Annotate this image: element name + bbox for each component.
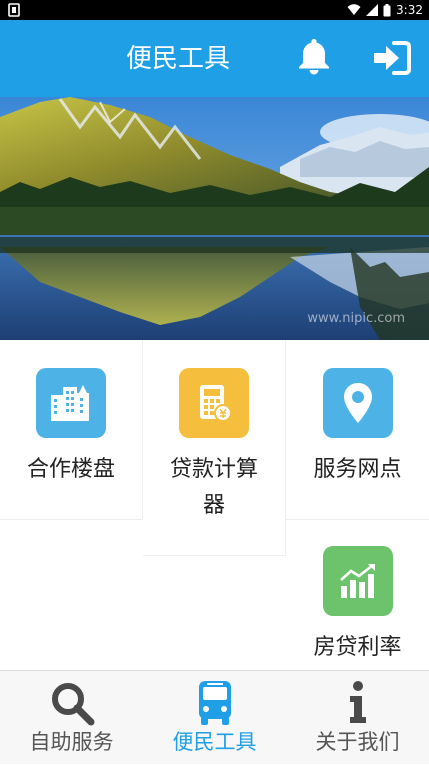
- tool-label: 合作楼盘: [26, 457, 115, 482]
- tool-item-partner-properties[interactable]: 合作楼盘: [0, 340, 143, 520]
- bar-chart-icon: [322, 546, 393, 616]
- wifi-icon: [347, 4, 361, 15]
- tool-label: 房贷利率: [313, 635, 402, 660]
- tool-grid: 合作楼盘 贷款计算器 服务网点 房贷利率: [0, 340, 429, 670]
- calculator-icon: [179, 368, 249, 438]
- tab-label: 自助服务: [29, 730, 114, 754]
- buildings-icon: [36, 368, 106, 438]
- tab-label: 关于我们: [315, 730, 400, 754]
- tool-label: 服务网点: [313, 457, 402, 482]
- tool-item-service-outlets[interactable]: 服务网点: [286, 340, 429, 520]
- battery-icon: [383, 3, 391, 16]
- location-pin-icon: [322, 368, 393, 438]
- info-icon: [349, 681, 366, 723]
- clock: 3:32: [396, 3, 423, 17]
- tool-item-loan-calculator[interactable]: 贷款计算器: [143, 340, 286, 556]
- app-header: 便民工具: [0, 20, 429, 97]
- notification-icon: [8, 3, 20, 17]
- status-bar: 3:32: [0, 0, 429, 20]
- mountain-lake-illustration: [0, 97, 429, 340]
- tab-about-us[interactable]: 关于我们: [286, 671, 429, 765]
- tool-label: 贷款计算器: [169, 457, 258, 518]
- tool-item-mortgage-rates[interactable]: 房贷利率: [286, 520, 429, 670]
- banner-image[interactable]: www.nipic.com: [0, 97, 429, 340]
- login-icon[interactable]: [372, 40, 412, 76]
- tab-self-service[interactable]: 自助服务: [0, 671, 143, 765]
- status-icons: 3:32: [347, 2, 423, 18]
- tab-convenience-tools[interactable]: 便民工具: [143, 671, 286, 765]
- banner-watermark: www.nipic.com: [307, 311, 405, 326]
- bell-icon[interactable]: [296, 37, 332, 75]
- signal-icon: [366, 4, 379, 16]
- tab-label: 便民工具: [172, 730, 257, 754]
- search-icon: [51, 683, 94, 726]
- bus-icon: [198, 681, 231, 725]
- bottom-tab-bar: 自助服务 便民工具 关于我们: [0, 670, 429, 764]
